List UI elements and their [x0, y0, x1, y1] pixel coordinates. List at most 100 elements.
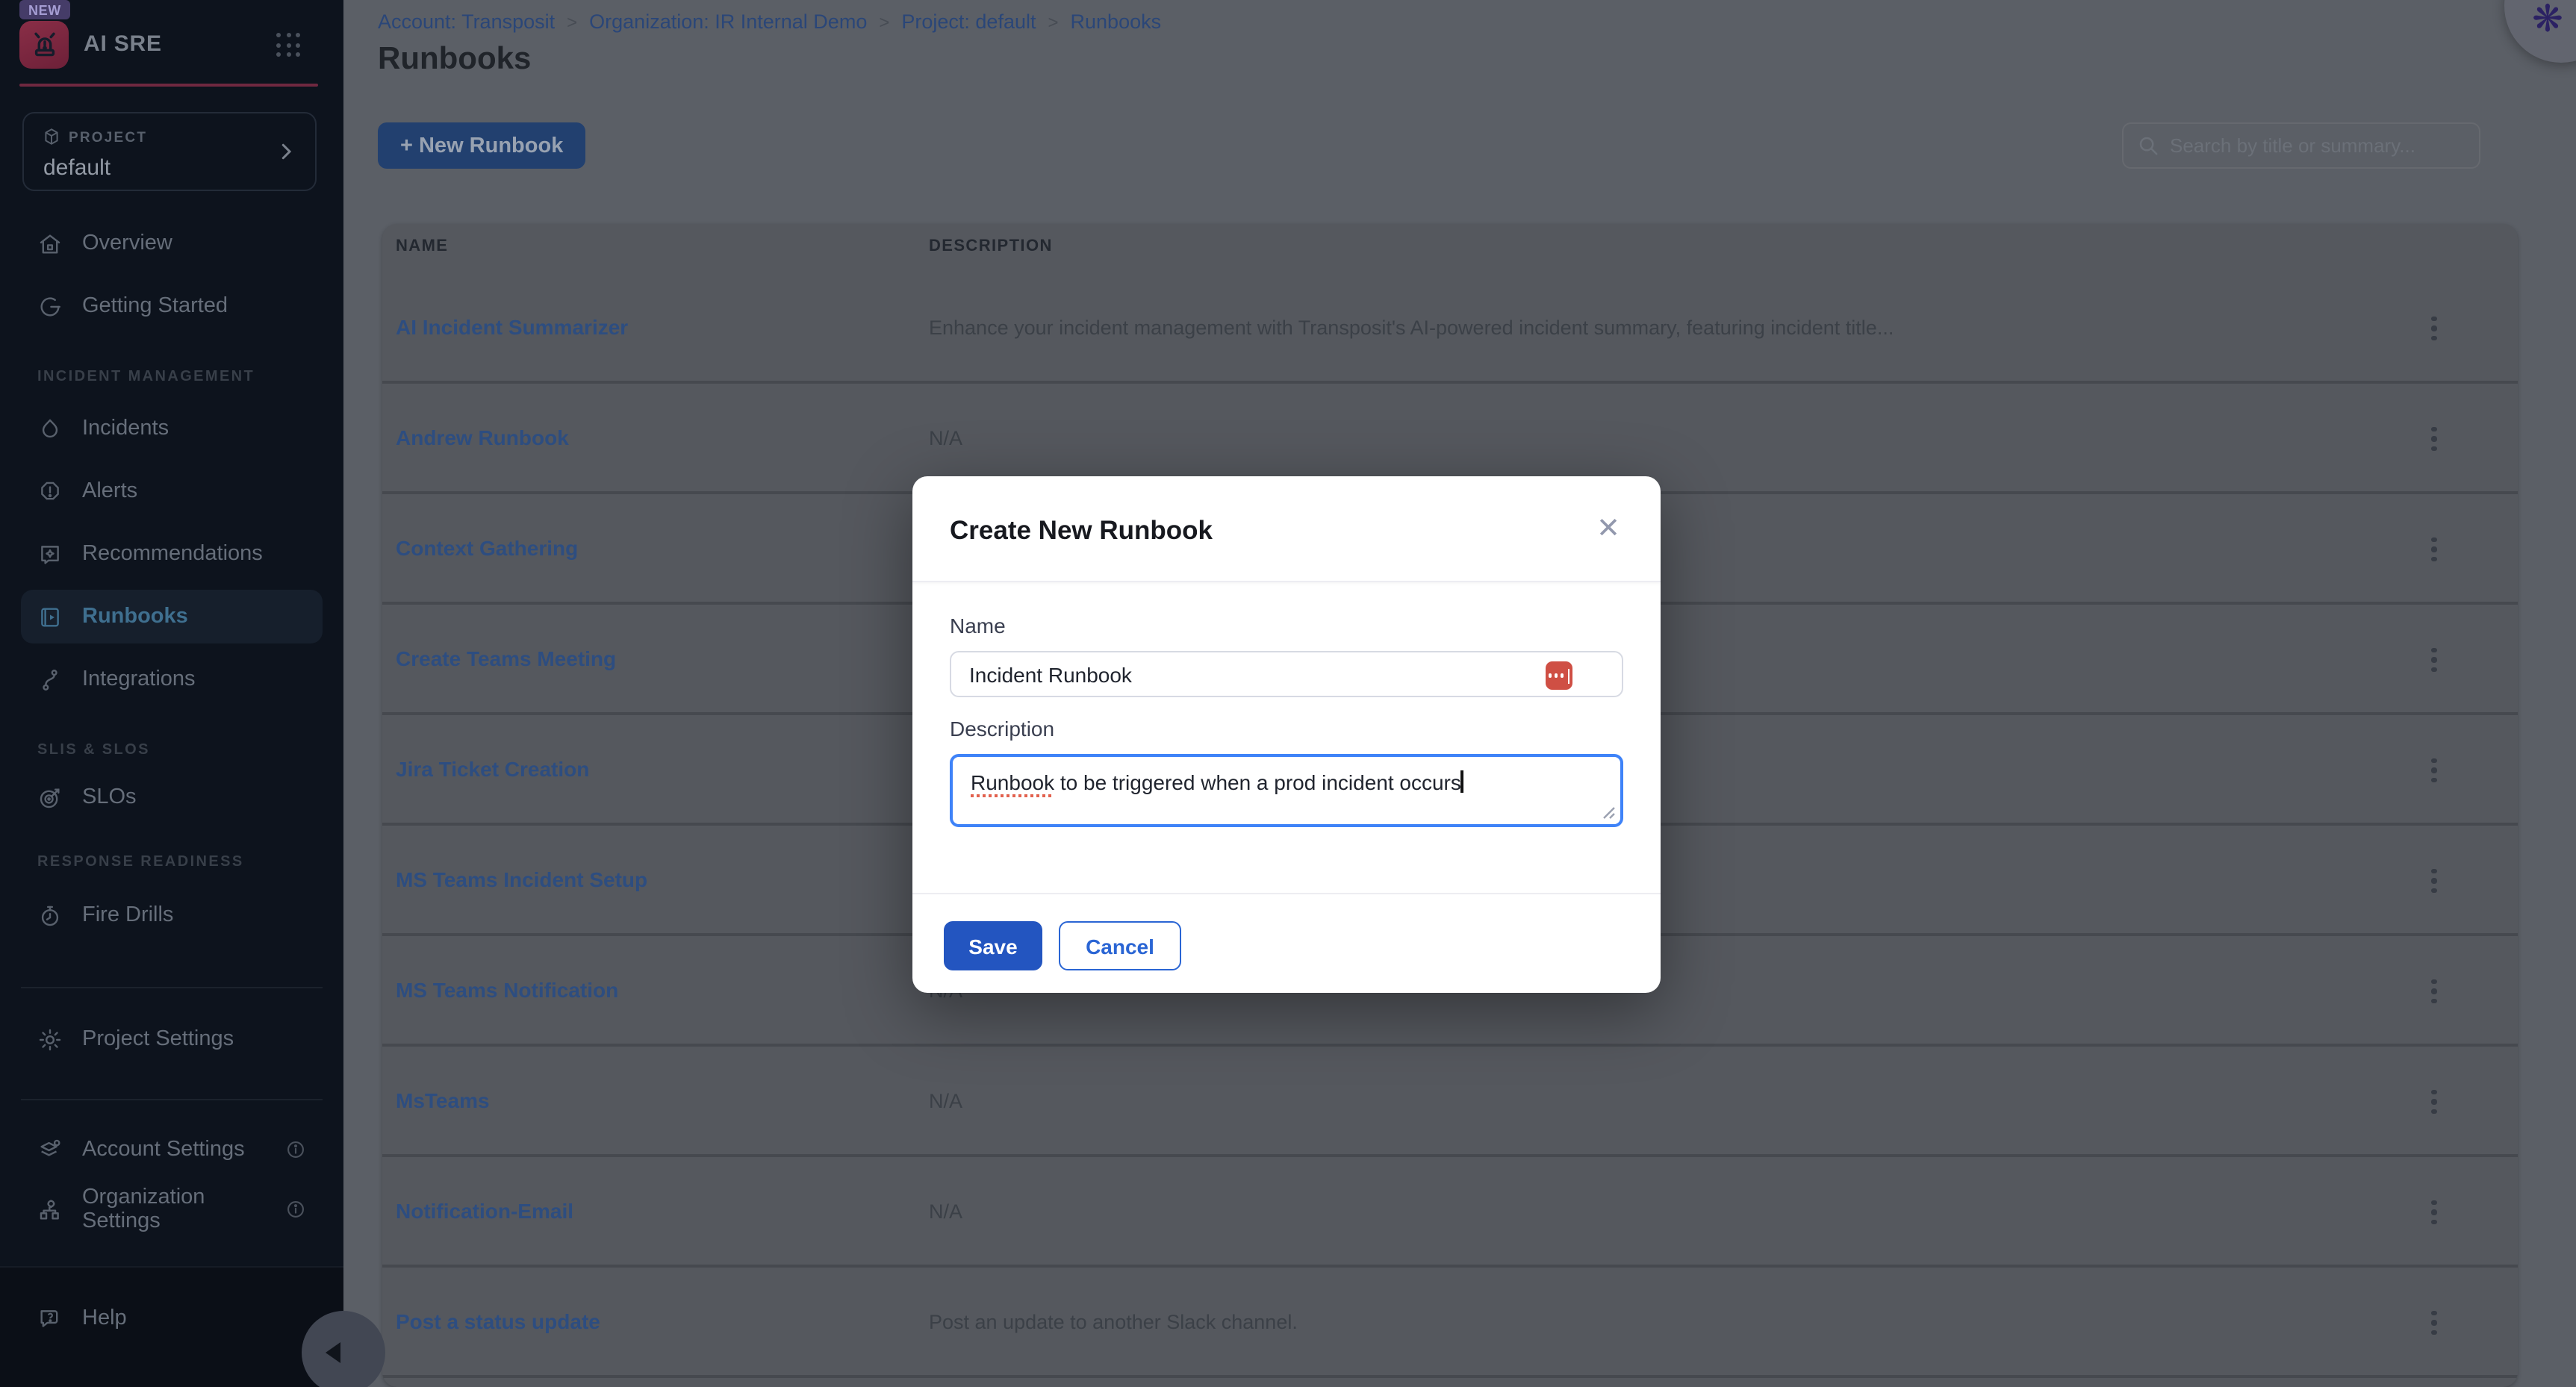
create-runbook-modal: Create New Runbook ✕ Name Description Ru… [912, 476, 1661, 993]
sidebar-item-slos[interactable]: SLOs [21, 770, 323, 824]
app-switcher-icon[interactable] [276, 33, 302, 58]
project-selector[interactable]: PROJECT default [22, 112, 317, 191]
runbook-icon [37, 604, 63, 629]
sidebar-item-integrations[interactable]: Integrations [21, 652, 323, 706]
row-menu-button[interactable] [2416, 421, 2452, 457]
sidebar-item-recommendations[interactable]: Recommendations [21, 527, 323, 581]
target-icon [37, 785, 63, 810]
sidebar-item-account-settings[interactable]: Account Settings [21, 1123, 323, 1176]
save-button[interactable]: Save [944, 921, 1042, 970]
project-value: default [43, 155, 111, 181]
runbook-description: Enhance your incident management with Tr… [929, 317, 1894, 339]
breadcrumb: Account: Transposit > Organization: IR I… [378, 10, 1161, 33]
modal-footer: Save Cancel [912, 893, 1661, 993]
info-icon[interactable] [285, 1199, 306, 1220]
sidebar-divider [21, 1099, 323, 1100]
table-row: AI Incident Summarizer Enhance your inci… [382, 273, 2518, 384]
runbook-link[interactable]: MS Teams Notification [396, 978, 618, 1002]
resize-handle-icon[interactable] [1602, 806, 1616, 820]
sidebar-item-label: Runbooks [82, 605, 188, 629]
row-menu-button[interactable] [2416, 752, 2452, 788]
breadcrumb-organization[interactable]: Organization: IR Internal Demo [589, 10, 867, 33]
row-menu-button[interactable] [2416, 311, 2452, 346]
sidebar-item-project-settings[interactable]: Project Settings [21, 1012, 323, 1066]
search-box [2122, 122, 2480, 169]
cancel-button[interactable]: Cancel [1059, 921, 1181, 970]
sidebar: NEW AI SRE PROJECT default Overview Gett… [0, 0, 343, 1387]
sidebar-item-help[interactable]: Help [21, 1291, 323, 1345]
sidebar-item-label: Help [82, 1306, 127, 1330]
runbook-description-textarea[interactable]: Runbook to be triggered when a prod inci… [950, 754, 1623, 827]
table-row: Post a status update Post an update to a… [382, 1268, 2518, 1378]
runbook-link[interactable]: Andrew Runbook [396, 426, 569, 449]
row-menu-button[interactable] [2416, 1084, 2452, 1120]
description-text: to be triggered when a prod incident occ… [1054, 770, 1461, 794]
table-row: MsTeams N/A [382, 1047, 2518, 1157]
breadcrumb-project[interactable]: Project: default [901, 10, 1036, 33]
stopwatch-icon [37, 903, 63, 928]
sidebar-item-fire-drills[interactable]: Fire Drills [21, 888, 323, 942]
runbook-description: N/A [929, 1200, 962, 1223]
app-logo-siren-icon [19, 21, 69, 69]
sidebar-accent-divider [19, 84, 318, 87]
password-manager-autofill-icon[interactable] [1546, 661, 1572, 690]
runbook-name-input[interactable] [950, 651, 1623, 697]
project-label: PROJECT [69, 130, 147, 146]
search-input[interactable] [2170, 134, 2465, 157]
runbook-link[interactable]: Create Teams Meeting [396, 646, 616, 670]
close-icon[interactable]: ✕ [1589, 509, 1628, 548]
row-menu-button[interactable] [2416, 973, 2452, 1009]
alert-icon [37, 479, 63, 504]
runbook-link[interactable]: Post a status update [396, 1309, 600, 1333]
runbook-link[interactable]: Notification-Email [396, 1199, 573, 1223]
sidebar-item-runbooks[interactable]: Runbooks [21, 590, 323, 643]
sidebar-section-incident-management: INCIDENT MANAGEMENT [37, 369, 255, 385]
breadcrumb-runbooks[interactable]: Runbooks [1071, 10, 1162, 33]
sidebar-item-label: Organization Settings [82, 1185, 266, 1233]
sidebar-section-response-readiness: RESPONSE READINESS [37, 854, 244, 870]
column-header-name: NAME [396, 237, 448, 255]
search-icon [2137, 134, 2159, 157]
org-chart-gear-icon [37, 1197, 63, 1222]
runbook-description: N/A [929, 1090, 962, 1112]
sidebar-item-getting-started[interactable]: Getting Started [21, 279, 323, 333]
runbook-link[interactable]: AI Incident Summarizer [396, 315, 628, 339]
row-menu-button[interactable] [2416, 532, 2452, 567]
row-menu-button[interactable] [2416, 863, 2452, 899]
row-menu-button[interactable] [2416, 1305, 2452, 1341]
sidebar-item-overview[interactable]: Overview [21, 216, 323, 270]
row-menu-button[interactable] [2416, 642, 2452, 678]
runbook-link[interactable]: Context Gathering [396, 536, 578, 560]
new-badge: NEW [19, 0, 70, 19]
row-menu-button[interactable] [2416, 1194, 2452, 1230]
sidebar-item-label: Alerts [82, 479, 137, 503]
sidebar-collapse-handle[interactable] [302, 1311, 385, 1387]
sparkle-badge-icon [37, 541, 63, 567]
table-header: NAME DESCRIPTION [382, 224, 2518, 273]
breadcrumb-account[interactable]: Account: Transposit [378, 10, 555, 33]
modal-header: Create New Runbook ✕ [912, 476, 1661, 582]
runbook-link[interactable]: MS Teams Incident Setup [396, 867, 647, 891]
runbook-description: N/A [929, 427, 962, 449]
new-runbook-button[interactable]: + New Runbook [378, 122, 585, 169]
breadcrumb-separator: > [1048, 11, 1059, 32]
runbook-link[interactable]: MsTeams [396, 1088, 490, 1112]
sidebar-item-incidents[interactable]: Incidents [21, 402, 323, 455]
sidebar-item-organization-settings[interactable]: Organization Settings [21, 1182, 323, 1236]
info-icon[interactable] [285, 1139, 306, 1160]
chevron-right-icon [275, 140, 297, 163]
route-icon [37, 667, 63, 692]
runbook-description: Post an update to another Slack channel. [929, 1311, 1298, 1333]
sidebar-item-label: Integrations [82, 667, 196, 691]
runbook-link[interactable]: Jira Ticket Creation [396, 757, 589, 781]
sidebar-item-label: Project Settings [82, 1027, 234, 1051]
sidebar-item-alerts[interactable]: Alerts [21, 464, 323, 518]
sidebar-item-label: Overview [82, 231, 172, 255]
flame-icon [37, 416, 63, 441]
sidebar-item-label: Fire Drills [82, 903, 173, 927]
sidebar-divider [21, 987, 323, 988]
widget-flower-icon: ❋ [2532, 0, 2563, 42]
layers-gear-icon [37, 1137, 63, 1162]
modal-title: Create New Runbook [950, 515, 1213, 546]
gear-icon [37, 1026, 63, 1052]
